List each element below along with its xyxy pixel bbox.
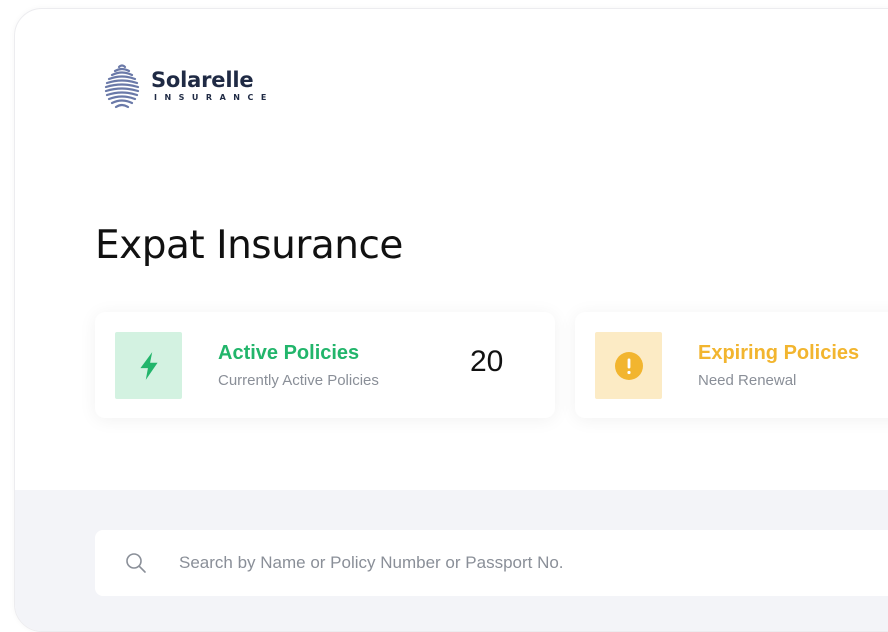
expiring-policies-subtitle: Need Renewal [698, 372, 797, 389]
active-policies-card[interactable]: Active Policies Currently Active Policie… [95, 312, 555, 418]
active-policies-subtitle: Currently Active Policies [218, 372, 379, 389]
expiring-policies-card[interactable]: Expiring Policies Need Renewal [575, 312, 888, 418]
active-policies-count: 20 [470, 345, 504, 378]
search-input[interactable] [177, 552, 781, 574]
lightning-icon [139, 351, 158, 380]
page-title: Expat Insurance [95, 223, 403, 268]
active-policies-icon-tile [115, 332, 182, 399]
active-policies-title: Active Policies [218, 342, 360, 364]
app-frame: Solarelle INSURANCE Expat Insurance Acti… [14, 8, 888, 632]
brand-name: Solarelle [151, 68, 254, 92]
brand-tagline: INSURANCE [154, 93, 274, 102]
search-bar[interactable] [95, 530, 888, 596]
alert-icon [614, 351, 643, 380]
search-section [15, 490, 888, 631]
brand-logo[interactable]: Solarelle INSURANCE [99, 53, 274, 117]
solarelle-logo-mark [104, 64, 140, 109]
search-icon [125, 552, 147, 574]
expiring-policies-title: Expiring Policies [698, 342, 860, 364]
expiring-policies-icon-tile [595, 332, 662, 399]
